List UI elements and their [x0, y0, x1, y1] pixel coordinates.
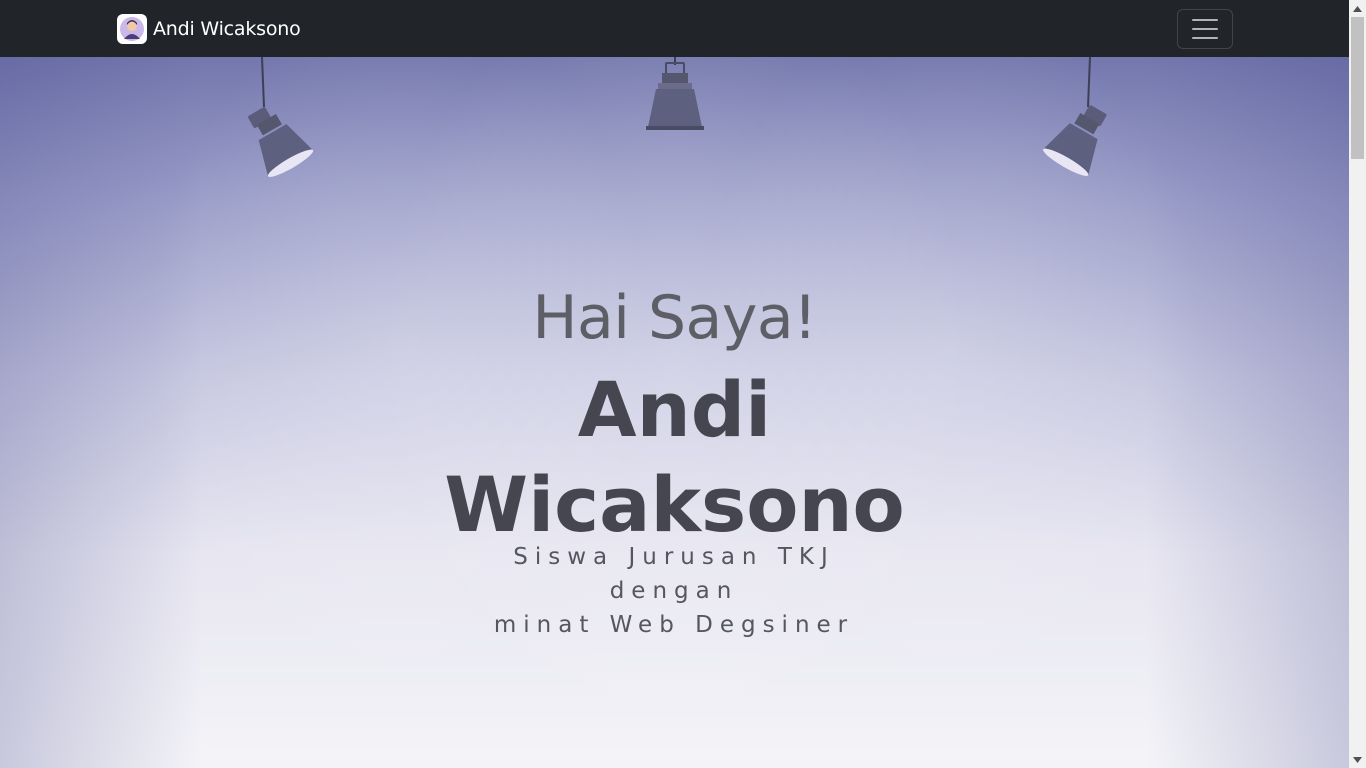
- hamburger-icon-line: [1192, 37, 1218, 39]
- page: Andi Wicaksono Hai Saya! Andi Wicaksono …: [0, 0, 1349, 768]
- hero-tagline: Siswa Jurusan TKJ dengan minat Web Degsi…: [444, 540, 904, 642]
- hamburger-icon-line: [1192, 28, 1218, 30]
- navbar-toggler-button[interactable]: [1177, 9, 1233, 49]
- hero-name-line2: Wicaksono: [444, 460, 905, 549]
- avatar-icon: [117, 14, 147, 44]
- spotlight-icon: [248, 57, 314, 177]
- hero-tagline-line2: minat Web Degsiner: [493, 612, 855, 638]
- scrollbar-thumb[interactable]: [1351, 17, 1364, 159]
- spotlight-icon: [1043, 57, 1107, 176]
- vertical-scrollbar[interactable]: [1349, 0, 1366, 768]
- brand-name: Andi Wicaksono: [153, 18, 301, 40]
- navbar: Andi Wicaksono: [0, 0, 1349, 57]
- hero-greeting: Hai Saya!: [532, 283, 817, 353]
- hero-name-line1: Andi: [577, 365, 772, 454]
- hero-tagline-line1: Siswa Jurusan TKJ dengan: [513, 544, 835, 604]
- spotlight-icon: [646, 57, 704, 130]
- navbar-brand[interactable]: Andi Wicaksono: [117, 14, 301, 44]
- hero-section: Hai Saya! Andi Wicaksono Siswa Jurusan T…: [0, 57, 1349, 768]
- scroll-up-arrow-icon[interactable]: [1349, 0, 1366, 17]
- scroll-down-arrow-icon[interactable]: [1349, 751, 1366, 768]
- hero-name: Andi Wicaksono: [0, 362, 1349, 552]
- hamburger-icon-line: [1192, 19, 1218, 21]
